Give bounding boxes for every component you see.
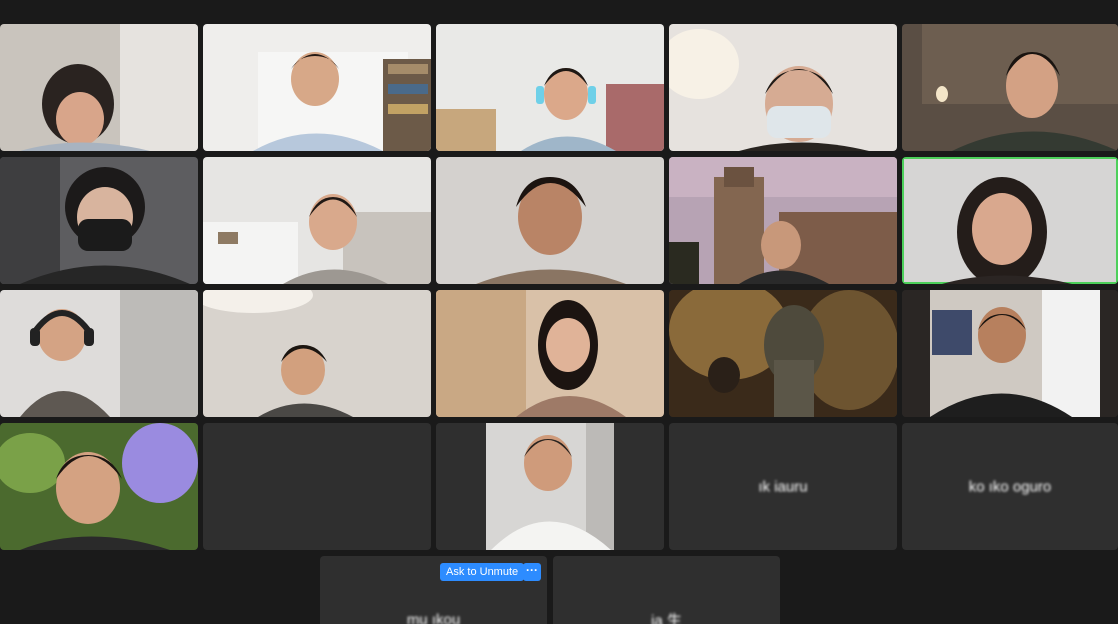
participant-video-tile[interactable]: [0, 24, 198, 151]
participant-video-tile[interactable]: [902, 24, 1118, 151]
ask-to-unmute-button[interactable]: Ask to Unmute: [440, 563, 525, 581]
participant-video: [436, 157, 664, 284]
participant-video: [436, 24, 664, 151]
participant-video: [436, 290, 664, 417]
participant-name: ık iauru: [758, 478, 808, 495]
participant-video-off-tile[interactable]: [203, 423, 431, 550]
video-gallery: ık iauru ko ıko oguro mu ıkou ja 生 Ask t…: [0, 0, 1118, 624]
participant-name-tile[interactable]: ko ıko oguro: [902, 423, 1118, 550]
participant-video-tile[interactable]: [669, 24, 897, 151]
participant-video: [0, 24, 198, 151]
participant-video-tile[interactable]: [436, 423, 664, 550]
participant-video: [902, 290, 1118, 417]
participant-video-tile[interactable]: [0, 423, 198, 550]
participant-video: [203, 290, 431, 417]
participant-video-tile[interactable]: [436, 24, 664, 151]
participant-video: [0, 423, 198, 550]
participant-video: [0, 290, 198, 417]
participant-video: [203, 157, 431, 284]
participant-video-tile[interactable]: [669, 290, 897, 417]
participant-name: ja 生: [651, 612, 682, 624]
participant-name-tile[interactable]: ık iauru: [669, 423, 897, 550]
participant-video-tile[interactable]: [669, 157, 897, 284]
participant-video-tile[interactable]: [203, 157, 431, 284]
participant-video: [904, 159, 1116, 284]
participant-video-tile[interactable]: [203, 290, 431, 417]
participant-name: mu ıkou: [406, 611, 461, 624]
participant-video: [0, 157, 198, 284]
participant-video: [902, 24, 1118, 151]
participant-video: [669, 157, 897, 284]
participant-video: [669, 290, 897, 417]
participant-video-tile[interactable]: [436, 157, 664, 284]
participant-video-tile[interactable]: [436, 290, 664, 417]
participant-video-tile[interactable]: [203, 24, 431, 151]
participant-video-tile[interactable]: [0, 290, 198, 417]
participant-video: [203, 24, 431, 151]
participant-video: [669, 24, 897, 151]
more-options-button[interactable]: ···: [523, 563, 541, 581]
participant-video-tile[interactable]: [0, 157, 198, 284]
participant-video-tile[interactable]: [902, 290, 1118, 417]
active-speaker-tile[interactable]: [902, 157, 1118, 284]
participant-name-tile[interactable]: ja 生: [553, 556, 780, 624]
participant-video: [436, 423, 664, 550]
participant-name: ko ıko oguro: [968, 478, 1052, 495]
